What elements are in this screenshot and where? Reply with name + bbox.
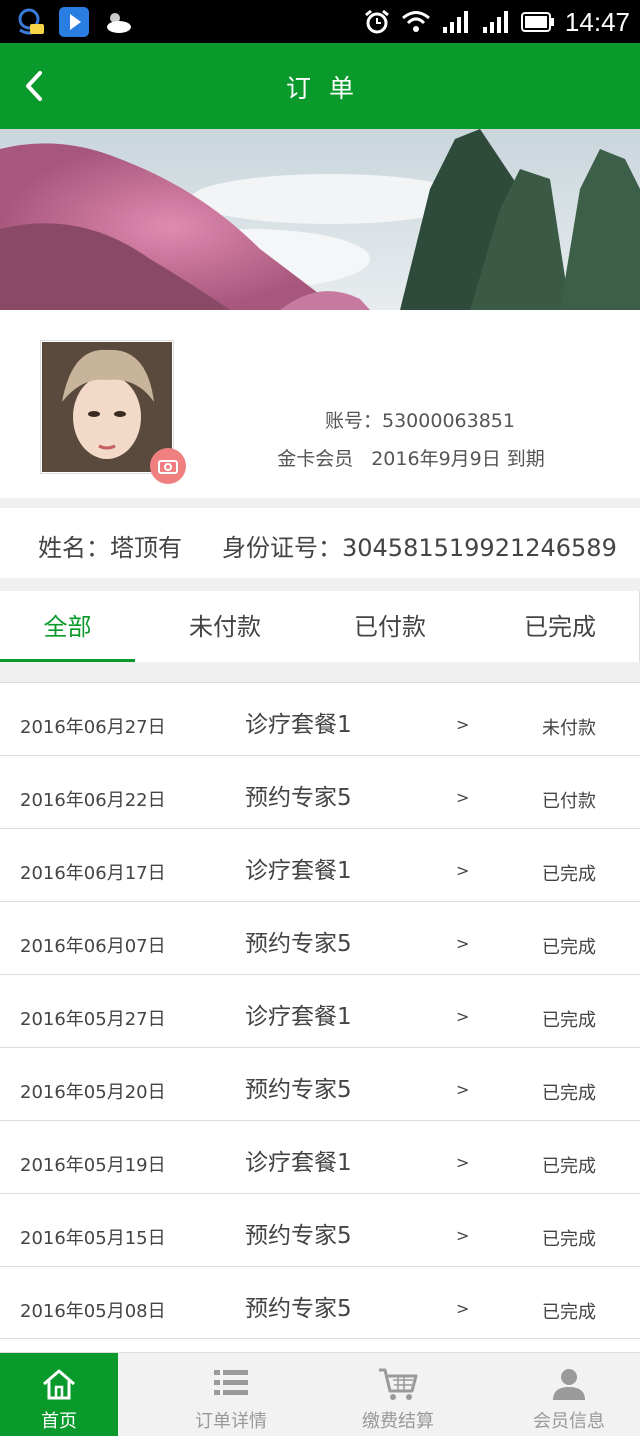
identity-row: 姓名：塔顶有 身份证号：304581519921246589 — [0, 508, 640, 578]
order-date: 2016年06月17日 — [20, 863, 166, 884]
order-list: 2016年06月27日 诊疗套餐1 > 未付款 2016年06月22日 预约专家… — [0, 682, 640, 1339]
divider — [0, 662, 640, 682]
list-item[interactable]: 2016年05月20日 预约专家5 > 已完成 — [0, 1047, 640, 1120]
divider — [0, 578, 640, 591]
nav-order-details-label: 订单详情 — [195, 1411, 267, 1432]
order-name: 诊疗套餐1 — [245, 712, 352, 738]
title-bar: 订单 — [0, 43, 640, 129]
cart-icon — [379, 1368, 418, 1400]
video-player-icon — [59, 7, 89, 37]
status-bar: 14:47 — [0, 0, 640, 43]
status-time: 14:47 — [564, 7, 630, 37]
member-level: 金卡会员 — [277, 448, 354, 470]
signal-icon — [442, 11, 468, 33]
nav-order-details[interactable]: 订单详情 — [172, 1353, 290, 1436]
alarm-icon — [364, 9, 389, 34]
chevron-right-icon: > — [456, 1299, 470, 1318]
tab-all[interactable]: 全部 — [0, 591, 135, 662]
chevron-right-icon: > — [456, 1007, 470, 1026]
list-item[interactable]: 2016年05月27日 诊疗套餐1 > 已完成 — [0, 974, 640, 1047]
order-name: 诊疗套餐1 — [245, 858, 352, 884]
chevron-right-icon: > — [456, 934, 470, 953]
battery-icon — [520, 12, 554, 32]
order-date: 2016年05月08日 — [20, 1301, 166, 1322]
tab-paid[interactable]: 已付款 — [320, 591, 460, 662]
order-date: 2016年06月27日 — [20, 717, 166, 738]
list-icon — [214, 1370, 248, 1395]
order-status: 已完成 — [542, 1010, 596, 1031]
chevron-right-icon: > — [456, 788, 470, 807]
home-icon — [43, 1369, 75, 1400]
order-status: 未付款 — [542, 718, 596, 739]
order-status: 已完成 — [542, 1229, 596, 1250]
nav-payment-label: 缴费结算 — [362, 1411, 434, 1432]
user-name: 姓名：塔顶有 — [38, 534, 182, 562]
nav-home-label: 首页 — [41, 1411, 77, 1432]
nav-payment[interactable]: 缴费结算 — [339, 1353, 457, 1436]
order-status: 已完成 — [542, 864, 596, 885]
list-item[interactable]: 2016年05月08日 预约专家5 > 已完成 — [0, 1266, 640, 1339]
order-date: 2016年06月07日 — [20, 936, 166, 957]
chevron-right-icon: > — [456, 861, 470, 880]
divider — [0, 498, 640, 508]
nav-member-info[interactable]: 会员信息 — [510, 1353, 628, 1436]
profile-card: 账号：53000063851 金卡会员 2016年9月9日 到期 — [0, 310, 640, 498]
chevron-right-icon: > — [456, 715, 470, 734]
id-number: 身份证号：304581519921246589 — [222, 534, 617, 562]
camera-button[interactable] — [150, 448, 186, 484]
order-date: 2016年05月15日 — [20, 1228, 166, 1249]
nav-member-info-label: 会员信息 — [533, 1411, 605, 1432]
tab-unpaid[interactable]: 未付款 — [155, 591, 295, 662]
bottom-nav: 首页 订单详情 缴费结算 会员信息 — [0, 1352, 640, 1436]
page-title: 订单 — [285, 74, 372, 103]
order-status: 已完成 — [542, 1156, 596, 1177]
order-date: 2016年05月20日 — [20, 1082, 166, 1103]
order-tabs: 全部 未付款 已付款 已完成 — [0, 591, 640, 662]
weather-cloud-icon — [107, 13, 131, 33]
list-item[interactable]: 2016年06月22日 预约专家5 > 已付款 — [0, 755, 640, 828]
chevron-right-icon: > — [456, 1226, 470, 1245]
order-name: 预约专家5 — [245, 1077, 352, 1103]
order-name: 预约专家5 — [245, 785, 352, 811]
order-name: 预约专家5 — [245, 1296, 352, 1322]
order-name: 诊疗套餐1 — [245, 1004, 352, 1030]
order-date: 2016年05月19日 — [20, 1155, 166, 1176]
chevron-right-icon: > — [456, 1080, 470, 1099]
member-expiry: 2016年9月9日 到期 — [371, 448, 545, 470]
order-date: 2016年06月22日 — [20, 790, 166, 811]
nav-home[interactable]: 首页 — [0, 1353, 118, 1436]
list-item[interactable]: 2016年05月15日 预约专家5 > 已完成 — [0, 1193, 640, 1266]
account-number: 账号：53000063851 — [325, 410, 515, 432]
order-status: 已完成 — [542, 1083, 596, 1104]
banner-image — [0, 129, 640, 310]
order-status: 已完成 — [542, 1302, 596, 1323]
status-right-icons: 14:47 — [363, 6, 630, 38]
camera-icon — [158, 460, 178, 474]
chevron-right-icon: > — [456, 1153, 470, 1172]
list-item[interactable]: 2016年05月19日 诊疗套餐1 > 已完成 — [0, 1120, 640, 1193]
order-status: 已完成 — [542, 937, 596, 958]
order-name: 诊疗套餐1 — [245, 1150, 352, 1176]
user-icon — [553, 1369, 585, 1400]
order-name: 预约专家5 — [245, 1223, 352, 1249]
list-item[interactable]: 2016年06月07日 预约专家5 > 已完成 — [0, 901, 640, 974]
signal-icon-2 — [482, 11, 508, 33]
list-item[interactable]: 2016年06月27日 诊疗套餐1 > 未付款 — [0, 682, 640, 755]
qq-icon — [18, 8, 44, 35]
wifi-icon — [401, 11, 430, 32]
membership-info: 金卡会员 2016年9月9日 到期 — [240, 444, 600, 471]
status-left-icons — [14, 6, 134, 38]
order-date: 2016年05月27日 — [20, 1009, 166, 1030]
list-item[interactable]: 2016年06月17日 诊疗套餐1 > 已完成 — [0, 828, 640, 901]
tab-completed[interactable]: 已完成 — [490, 591, 630, 662]
avatar[interactable] — [42, 342, 172, 472]
order-status: 已付款 — [542, 791, 596, 812]
order-name: 预约专家5 — [245, 931, 352, 957]
